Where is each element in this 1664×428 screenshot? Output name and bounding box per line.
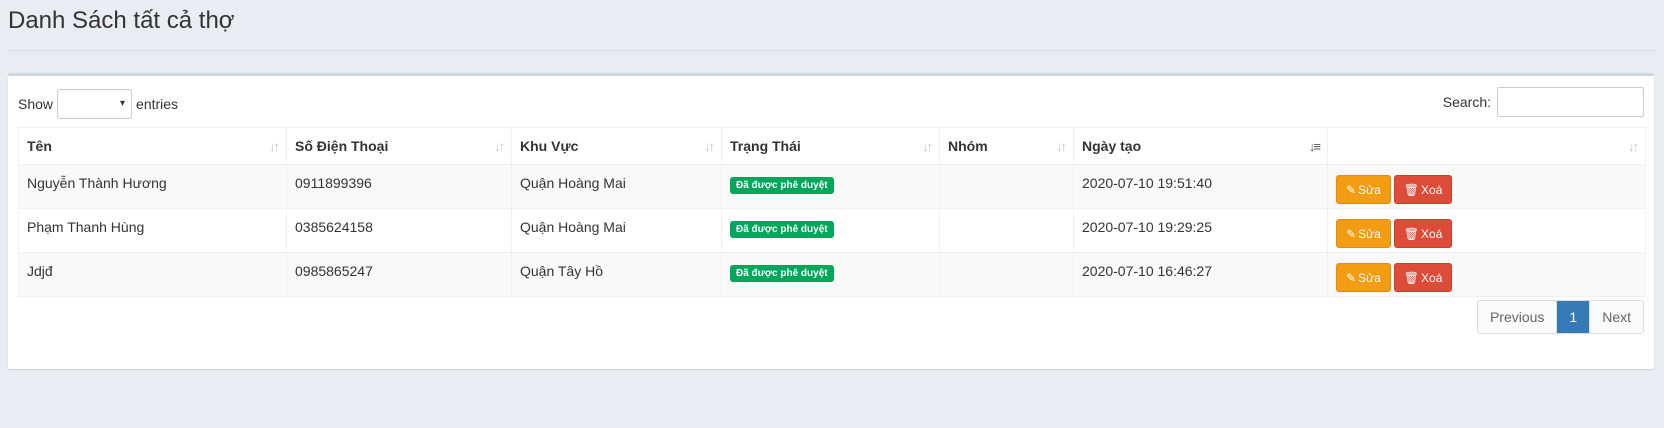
cell-created: 2020-07-10 16:46:27 — [1073, 252, 1328, 297]
sort-icon: ↓↑ — [494, 139, 505, 154]
delete-button[interactable]: 🗑 Xoá — [1393, 175, 1453, 204]
cell-name: Phạm Thanh Hùng — [18, 208, 287, 253]
cell-status: Đã được phê duyệt — [721, 208, 940, 253]
cell-phone: 0985865247 — [286, 252, 512, 297]
table-row: Phạm Thanh Hùng 0385624158 Quận Hoàng Ma… — [18, 208, 1646, 253]
sort-icon: ↓↑ — [269, 139, 280, 154]
cell-status: Đã được phê duyệt — [721, 164, 940, 209]
cell-created: 2020-07-10 19:29:25 — [1073, 208, 1328, 253]
cell-group — [939, 208, 1074, 253]
previous-page-button[interactable]: Previous — [1477, 301, 1557, 333]
page-title: Danh Sách tất cả thợ — [8, 7, 235, 34]
trash-icon: 🗑 — [1403, 226, 1420, 241]
cell-area: Quận Hoàng Mai — [511, 208, 722, 253]
sort-icon: ↓↑ — [704, 139, 715, 154]
trash-icon: 🗑 — [1403, 182, 1420, 197]
table-row: Nguyễn Thành Hương 0911899396 Quận Hoàng… — [18, 164, 1646, 209]
edit-icon: ✎ — [1346, 226, 1357, 241]
entries-length-control: Show ▾ entries — [18, 89, 178, 119]
search-control: Search: — [1443, 87, 1644, 117]
cell-actions: ✎ Sửa 🗑 Xoá — [1327, 208, 1646, 253]
table-header-row: Tên ↓↑ Số Điện Thoại ↓↑ Khu Vực ↓↑ Trạng Th… — [18, 127, 1646, 165]
entries-label: entries — [136, 96, 179, 112]
page-1-button[interactable]: 1 — [1556, 301, 1590, 333]
edit-icon: ✎ — [1346, 182, 1357, 197]
column-header-created[interactable]: Ngày tạo ↓≡ — [1073, 127, 1328, 165]
column-header-name[interactable]: Tên ↓↑ — [18, 127, 287, 165]
status-badge: Đã được phê duyệt — [730, 177, 834, 194]
cell-area: Quận Hoàng Mai — [511, 164, 722, 209]
workers-table: Tên ↓↑ Số Điện Thoại ↓↑ Khu Vực ↓↑ Trạng Th… — [18, 127, 1646, 297]
cell-phone: 0911899396 — [286, 164, 512, 209]
pagination: Previous 1 Next — [1476, 300, 1644, 334]
list-box: Show ▾ entries Search: Tên ↓↑ Số Điện Tho… — [8, 73, 1654, 369]
sort-icon: ↓↑ — [1056, 139, 1067, 154]
column-header-status[interactable]: Trạng Thái ↓↑ — [721, 127, 940, 165]
trash-icon: 🗑 — [1403, 270, 1420, 285]
page-header: Danh Sách tất cả thợ — [8, 0, 1656, 51]
search-input[interactable] — [1497, 87, 1644, 117]
cell-created: 2020-07-10 19:51:40 — [1073, 164, 1328, 209]
cell-actions: ✎ Sửa 🗑 Xoá — [1327, 164, 1646, 209]
column-header-actions[interactable]: ↓↑ — [1327, 127, 1646, 165]
delete-button[interactable]: 🗑 Xoá — [1393, 219, 1453, 248]
cell-name: Jdjđ — [18, 252, 287, 297]
entries-select[interactable]: ▾ — [57, 89, 133, 119]
cell-group — [939, 164, 1074, 209]
column-header-group[interactable]: Nhóm ↓↑ — [939, 127, 1074, 165]
search-label: Search: — [1442, 94, 1491, 110]
chevron-down-icon: ▾ — [120, 98, 126, 109]
edit-button[interactable]: ✎ Sửa — [1336, 263, 1391, 292]
cell-actions: ✎ Sửa 🗑 Xoá — [1327, 252, 1646, 297]
cell-group — [939, 252, 1074, 297]
next-page-button[interactable]: Next — [1589, 301, 1643, 333]
status-badge: Đã được phê duyệt — [730, 265, 834, 282]
column-header-phone[interactable]: Số Điện Thoại ↓↑ — [286, 127, 512, 165]
delete-button[interactable]: 🗑 Xoá — [1393, 263, 1453, 292]
cell-phone: 0385624158 — [286, 208, 512, 253]
column-header-area[interactable]: Khu Vực ↓↑ — [511, 127, 722, 165]
sort-desc-icon: ↓≡ — [1308, 139, 1321, 154]
sort-icon: ↓↑ — [1628, 139, 1639, 154]
cell-status: Đã được phê duyệt — [721, 252, 940, 297]
table-row: Jdjđ 0985865247 Quận Tây Hồ Đã được phê … — [18, 252, 1646, 297]
cell-name: Nguyễn Thành Hương — [18, 164, 287, 209]
edit-icon: ✎ — [1346, 270, 1357, 285]
cell-area: Quận Tây Hồ — [511, 252, 722, 297]
edit-button[interactable]: ✎ Sửa — [1336, 219, 1391, 248]
edit-button[interactable]: ✎ Sửa — [1336, 175, 1391, 204]
status-badge: Đã được phê duyệt — [730, 221, 834, 238]
show-label: Show — [18, 96, 54, 112]
sort-icon: ↓↑ — [922, 139, 933, 154]
